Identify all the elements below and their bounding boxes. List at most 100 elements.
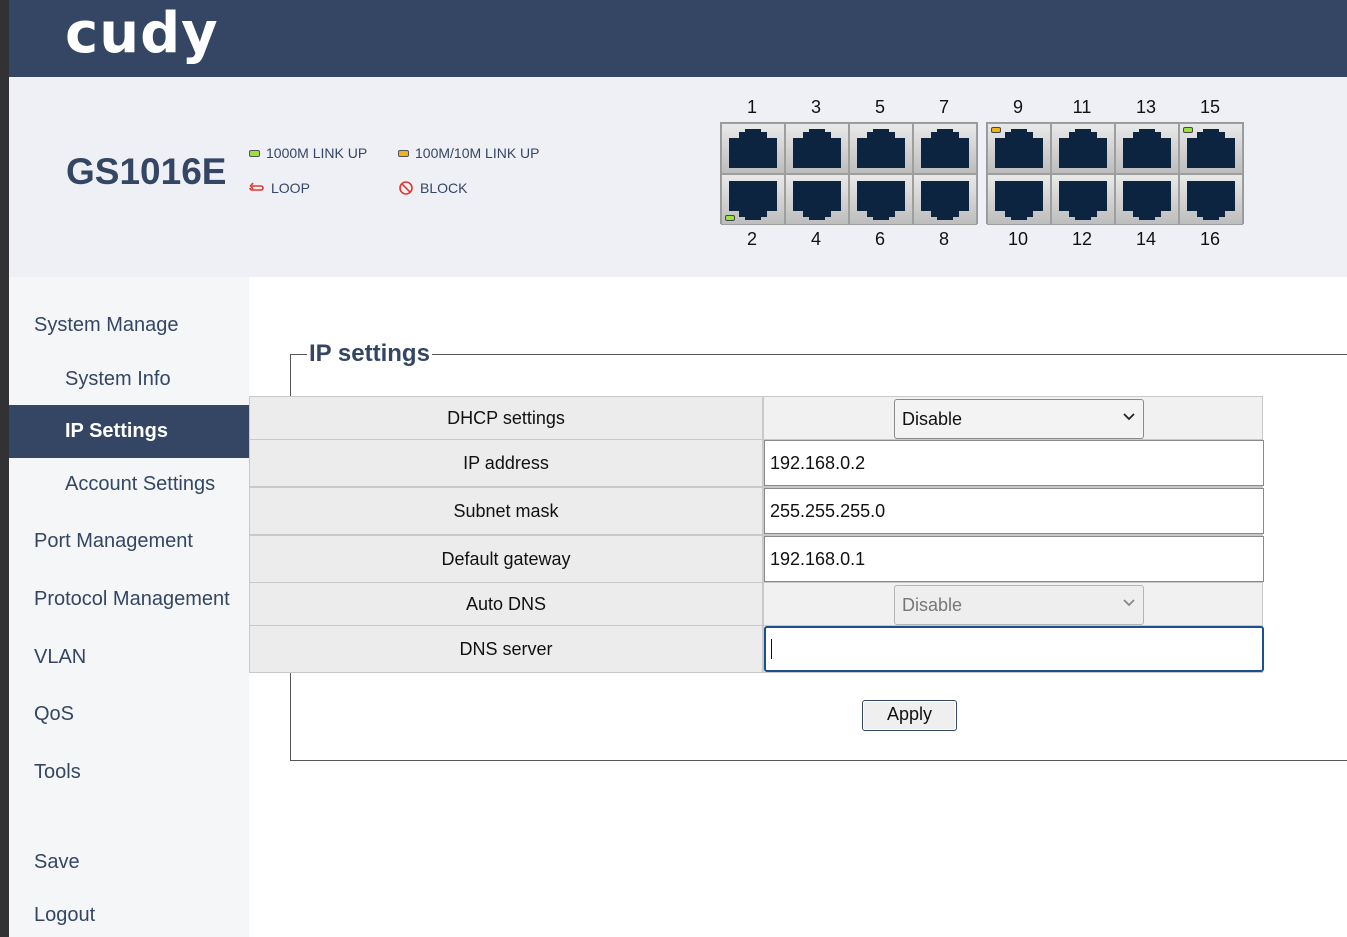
auto-dns-select[interactable]: Disable [894,585,1144,625]
device-status-bar: GS1016E 1000M LINK UP 100M/10M LINK UP L… [9,77,1347,277]
legend-1000m-label: 1000M LINK UP [266,145,368,161]
ip-settings-title: IP settings [309,340,430,367]
led-green-icon [249,149,260,157]
dhcp-label: DHCP settings [249,396,763,440]
port-number-label: 13 [1135,97,1157,117]
port-number-label: 5 [874,97,885,117]
window-edge [0,0,9,937]
sidebar-item-qos[interactable]: QoS [9,702,249,726]
port-15[interactable] [1179,123,1243,174]
gateway-input[interactable]: 192.168.0.1 [764,536,1264,582]
ethernet-port-icon [857,181,905,220]
legend-1000m: 1000M LINK UP [249,145,367,161]
ip-address-cell: 192.168.0.2 [763,439,1264,487]
ethernet-port-icon [793,181,841,220]
sidebar-item-protocol-management[interactable]: Protocol Management [9,587,249,611]
port-4[interactable] [785,174,849,225]
port-number-label: 14 [1135,229,1157,249]
ethernet-port-icon [995,129,1043,168]
port-1[interactable] [721,123,785,174]
sidebar-item-vlan[interactable]: VLAN [9,645,249,669]
main-content: IP settings DHCP settings Disable IP add… [249,277,1347,937]
dns-server-input[interactable] [764,626,1264,672]
sidebar-item-account-settings[interactable]: Account Settings [9,472,249,496]
port-11[interactable] [1051,123,1115,174]
ethernet-port-icon [921,129,969,168]
led-orange-icon [398,149,409,157]
ethernet-port-icon [921,181,969,220]
sidebar-item-save[interactable]: Save [9,850,249,874]
gateway-label: Default gateway [249,535,763,583]
port-12[interactable] [1051,174,1115,225]
sidebar-item-ip-settings[interactable]: IP Settings [9,405,249,458]
device-model: GS1016E [66,151,227,192]
ip-address-input[interactable]: 192.168.0.2 [764,440,1264,486]
port-3[interactable] [785,123,849,174]
port-number-label: 7 [938,97,949,117]
port-group-1 [720,122,978,225]
port-number-label: 1 [746,97,757,117]
top-header: cudy [9,0,1347,77]
port-number-label: 15 [1199,97,1221,117]
port-5[interactable] [849,123,913,174]
text-caret [771,639,772,659]
legend-loop-label: LOOP [271,180,310,196]
port-number-label: 9 [1012,97,1023,117]
port-2[interactable] [721,174,785,225]
sidebar-item-port-management[interactable]: Port Management [9,529,249,553]
cudy-logo: cudy [65,1,219,66]
sidebar-item-system-manage[interactable]: System Manage [9,313,249,337]
dhcp-select[interactable]: Disable [894,399,1144,439]
port-number-label: 3 [810,97,821,117]
legend-block-label: BLOCK [420,180,468,196]
loop-icon [249,182,264,191]
block-icon [399,181,413,195]
ethernet-port-icon [995,181,1043,220]
ethernet-port-icon [793,129,841,168]
port-8[interactable] [913,174,977,225]
sidebar-item-system-info[interactable]: System Info [9,367,249,391]
auto-dns-cell: Disable [763,582,1263,626]
ethernet-port-icon [1187,129,1235,168]
auto-dns-label: Auto DNS [249,582,763,626]
port-13[interactable] [1115,123,1179,174]
apply-button[interactable]: Apply [862,700,957,731]
subnet-mask-label: Subnet mask [249,487,763,535]
port-9[interactable] [987,123,1051,174]
chevron-down-icon [1123,599,1135,607]
legend-100m-label: 100M/10M LINK UP [415,145,540,161]
port-9-led-icon [991,127,1001,133]
dhcp-cell: Disable [763,396,1263,440]
port-2-led-icon [725,215,735,221]
port-10[interactable] [987,174,1051,225]
port-number-label: 10 [1007,229,1029,249]
ethernet-port-icon [857,129,905,168]
ethernet-port-icon [1187,181,1235,220]
port-16[interactable] [1179,174,1243,225]
sidebar-item-logout[interactable]: Logout [9,903,249,927]
port-number-label: 4 [810,229,821,249]
sidebar: System Manage System Info IP Settings Ac… [9,277,249,937]
ethernet-port-icon [1123,181,1171,220]
chevron-down-icon [1123,413,1135,421]
port-6[interactable] [849,174,913,225]
ethernet-port-icon [1059,129,1107,168]
port-7[interactable] [913,123,977,174]
legend-100m: 100M/10M LINK UP [398,145,540,161]
legend-block: BLOCK [398,180,467,196]
ethernet-port-icon [1059,181,1107,220]
port-number-label: 12 [1071,229,1093,249]
dhcp-select-value: Disable [902,408,963,429]
port-number-label: 8 [938,229,949,249]
subnet-mask-input[interactable]: 255.255.255.0 [764,488,1264,534]
ethernet-port-icon [729,129,777,168]
dns-server-label: DNS server [249,625,763,673]
port-number-label: 2 [746,229,757,249]
ethernet-port-icon [729,181,777,220]
port-14[interactable] [1115,174,1179,225]
port-15-led-icon [1183,127,1193,133]
auto-dns-select-value: Disable [902,594,963,615]
port-number-label: 6 [874,229,885,249]
sidebar-item-tools[interactable]: Tools [9,760,249,784]
ip-address-label: IP address [249,439,763,487]
